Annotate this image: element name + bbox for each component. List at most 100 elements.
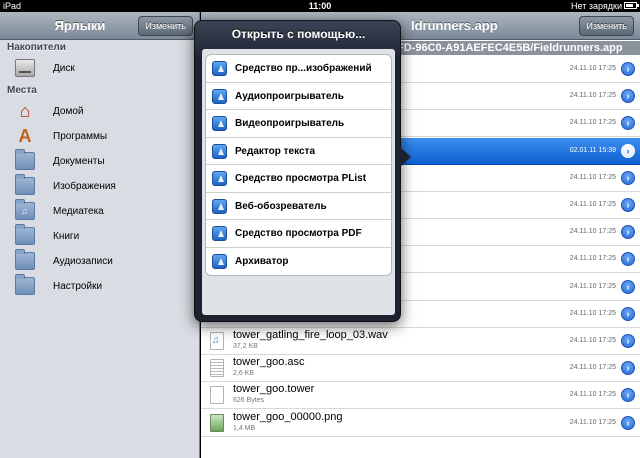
detail-disclosure-icon[interactable]: ›: [621, 252, 635, 267]
app-icon: [212, 116, 227, 131]
sidebar-item-label: Документы: [53, 156, 105, 167]
file-date: 24.11.10 17:25: [569, 418, 616, 426]
open-with-item[interactable]: Средство просмотра PList: [206, 165, 391, 193]
shortcuts-pane: Ярлыки Изменить Накопители Диск Места ⌂ …: [0, 12, 200, 458]
file-row[interactable]: tower_goo_00000.png 1,4 MB 24.11.10 17:25 ›: [201, 409, 640, 437]
open-with-item[interactable]: Средство пр...изображений: [206, 55, 391, 83]
detail-disclosure-icon[interactable]: ›: [621, 334, 635, 348]
file-date: 24.11.10 17:25: [569, 119, 616, 127]
folder-icon: [15, 274, 35, 295]
open-with-item[interactable]: Веб-обозреватель: [206, 193, 391, 220]
open-with-item-label: Средство просмотра PDF: [235, 228, 362, 239]
file-size: 1,4 MB: [233, 424, 256, 432]
open-with-item[interactable]: Архиватор: [206, 248, 391, 276]
detail-disclosure-icon[interactable]: ›: [621, 225, 635, 240]
file-date: 24.11.10 17:25: [569, 364, 616, 372]
folder-icon: [15, 149, 35, 170]
folder-icon: [15, 174, 35, 195]
file-date: 24.11.10 17:25: [569, 201, 616, 208]
sidebar-item-media[interactable]: ♫ Медиатека: [0, 199, 199, 224]
folder-icon: [15, 224, 35, 245]
open-with-item[interactable]: Средство просмотра PDF: [206, 220, 391, 248]
detail-disclosure-icon[interactable]: ›: [621, 143, 635, 158]
sidebar-item-label: Домой: [53, 106, 84, 117]
shortcuts-edit-button[interactable]: Изменить: [138, 16, 193, 36]
txt-file-icon: [210, 359, 224, 378]
detail-disclosure-icon[interactable]: ›: [621, 62, 635, 76]
png-file-icon: [210, 413, 224, 432]
app-icon: [212, 171, 227, 186]
open-with-item[interactable]: Редактор текста: [206, 138, 391, 165]
open-with-item-label: Веб-обозреватель: [235, 200, 327, 212]
file-row[interactable]: tower_gatling_fire_loop_03.wav 37,2 KB 24.…: [201, 328, 640, 355]
detail-disclosure-icon[interactable]: ›: [621, 279, 635, 294]
charging-status: Нет зарядки: [571, 1, 622, 11]
file-date: 24.11.10 17:25: [569, 391, 616, 399]
sidebar-item-label: Настройки: [53, 281, 103, 292]
open-with-list: Средство пр...изображений Аудиопроигрыва…: [205, 54, 392, 276]
app-icon: [212, 253, 227, 269]
sidebar-item-disk[interactable]: Диск: [0, 56, 199, 81]
open-with-item-label: Средство пр...изображений: [235, 63, 372, 74]
open-with-item[interactable]: Видеопроигрыватель: [206, 110, 391, 138]
file-name: tower_goo.asc: [233, 356, 305, 369]
sidebar-item-settings[interactable]: Настройки: [0, 274, 199, 299]
sidebar-item-label: Изображения: [53, 181, 116, 192]
detail-disclosure-icon[interactable]: ›: [621, 361, 635, 376]
detail-disclosure-icon[interactable]: ›: [621, 306, 635, 321]
detail-disclosure-icon[interactable]: ›: [621, 170, 635, 185]
file-date: 24.11.10 17:25: [569, 255, 616, 263]
open-with-item-label: Средство просмотра PList: [235, 173, 367, 184]
folder-icon: [15, 249, 35, 270]
sidebar-item-label: Аудиозаписи: [53, 256, 113, 267]
battery-icon: [624, 2, 639, 9]
blank-file-icon: [210, 386, 224, 405]
sidebar-item-home[interactable]: ⌂ Домой: [0, 99, 199, 124]
status-bar: iPad 11:00 Нет зарядки: [0, 0, 640, 12]
open-with-item-label: Редактор текста: [235, 145, 316, 157]
detail-disclosure-icon[interactable]: ›: [621, 415, 635, 430]
file-size: 2,6 KB: [233, 370, 255, 378]
file-name: tower_goo_00000.png: [233, 410, 343, 423]
file-name: tower_gatling_fire_loop_03.wav: [233, 329, 388, 341]
file-row[interactable]: tower_goo.asc 2,6 KB 24.11.10 17:25 ›: [201, 355, 640, 383]
file-browser-edit-button[interactable]: Изменить: [579, 16, 634, 36]
file-date: 24.11.10 17:25: [569, 92, 616, 100]
popover-title: Открыть с помощью...: [231, 27, 366, 41]
file-date: 24.11.10 17:25: [569, 337, 616, 344]
open-with-item-label: Аудиопроигрыватель: [235, 90, 344, 102]
file-size: 37,2 KB: [233, 343, 258, 350]
file-date: 24.11.10 17:25: [569, 309, 616, 317]
disk-icon: [15, 59, 35, 77]
sidebar-item-documents[interactable]: Документы: [0, 149, 199, 174]
file-date: 24.11.10 17:25: [569, 228, 616, 236]
sidebar-item-audio[interactable]: Аудиозаписи: [0, 249, 199, 274]
detail-disclosure-icon[interactable]: ›: [621, 116, 635, 131]
shortcuts-navbar: Ярлыки Изменить: [0, 12, 199, 40]
sidebar-item-books[interactable]: Книги: [0, 224, 199, 249]
app-icon: [212, 61, 227, 76]
sidebar-item-label: Диск: [53, 63, 75, 74]
sidebar-item-images[interactable]: Изображения: [0, 174, 199, 199]
detail-disclosure-icon[interactable]: ›: [621, 388, 635, 403]
wav-file-icon: [210, 332, 224, 350]
open-with-item[interactable]: Аудиопроигрыватель: [206, 83, 391, 110]
app-icon: [212, 226, 227, 241]
apps-icon: A: [18, 126, 32, 146]
open-with-item-label: Архиватор: [235, 255, 289, 267]
sidebar-item-label: Программы: [53, 131, 108, 142]
popover-arrow: [400, 147, 411, 167]
popover-body: Средство пр...изображений Аудиопроигрыва…: [202, 49, 395, 315]
file-name: tower_goo.tower: [233, 383, 315, 396]
detail-disclosure-icon[interactable]: ›: [621, 89, 635, 104]
sidebar-item-applications[interactable]: A Программы: [0, 124, 199, 149]
detail-disclosure-icon[interactable]: ›: [621, 198, 635, 212]
file-date: 24.11.10 17:25: [569, 65, 616, 72]
clock: 11:00: [308, 1, 332, 11]
section-header-places: Места: [7, 85, 37, 96]
app-icon: [212, 198, 227, 214]
file-row[interactable]: tower_goo.tower 626 Bytes 24.11.10 17:25 ›: [201, 382, 640, 410]
file-date: 24.11.10 17:25: [569, 282, 616, 290]
file-date: 02.01.11 15:39: [569, 146, 616, 154]
app-icon: [212, 143, 227, 159]
